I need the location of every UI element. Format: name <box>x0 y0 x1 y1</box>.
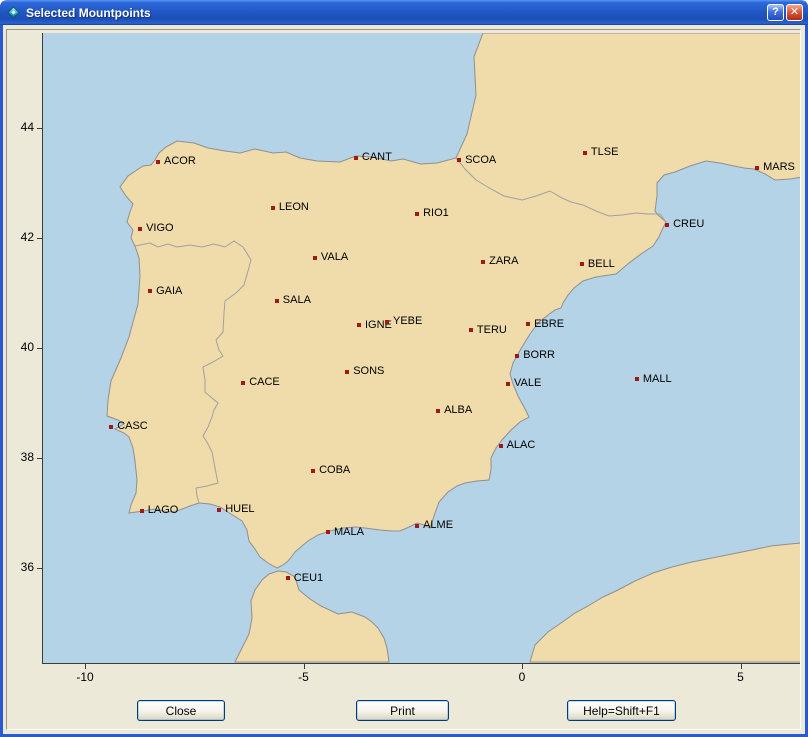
close-icon[interactable]: ✕ <box>786 4 803 21</box>
y-axis-tick <box>37 238 42 239</box>
y-axis-tick <box>37 128 42 129</box>
x-axis-tick-label: 0 <box>502 670 542 684</box>
map-canvas <box>0 0 808 737</box>
x-axis-tick <box>522 664 523 669</box>
x-axis-tick <box>741 664 742 669</box>
y-axis-line <box>42 33 43 664</box>
y-axis-tick <box>37 458 42 459</box>
app-icon <box>7 6 20 19</box>
help-icon[interactable]: ? <box>767 4 784 21</box>
y-axis-tick-label: 42 <box>3 230 34 244</box>
window-title: Selected Mountpoints <box>26 6 765 20</box>
selected-mountpoints-window: Selected Mountpoints ? ✕ 44 42 40 38 36 -10 -5… <box>0 0 808 737</box>
x-axis-line <box>42 663 800 664</box>
x-axis-tick <box>304 664 305 669</box>
x-axis-tick <box>85 664 86 669</box>
x-axis-tick-label: 5 <box>721 670 761 684</box>
title-bar[interactable]: Selected Mountpoints ? ✕ <box>0 0 808 25</box>
y-axis-tick-label: 40 <box>3 340 34 354</box>
y-axis-tick-label: 38 <box>3 450 34 464</box>
y-axis-tick <box>37 348 42 349</box>
y-axis-tick-label: 36 <box>3 560 34 574</box>
y-axis-tick <box>37 568 42 569</box>
y-axis-tick-label: 44 <box>3 120 34 134</box>
help-shortcut-button[interactable]: Help=Shift+F1 <box>567 700 676 721</box>
x-axis-tick-label: -5 <box>284 670 324 684</box>
close-button[interactable]: Close <box>137 700 225 721</box>
x-axis-tick-label: -10 <box>65 670 105 684</box>
print-button[interactable]: Print <box>356 700 449 721</box>
